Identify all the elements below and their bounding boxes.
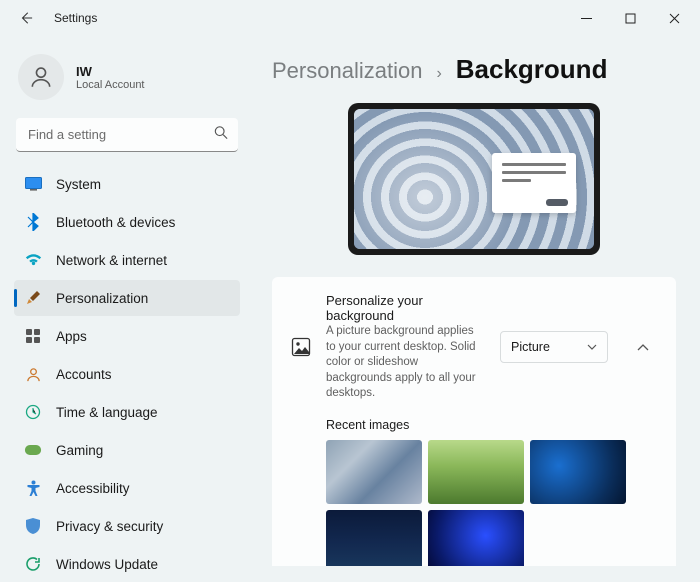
shield-icon	[24, 517, 42, 535]
search-input[interactable]	[16, 118, 238, 152]
nav-bluetooth[interactable]: Bluetooth & devices	[14, 204, 240, 240]
recent-image-2[interactable]	[428, 440, 524, 504]
nav-privacy-security[interactable]: Privacy & security	[14, 508, 240, 544]
chevron-up-icon	[637, 344, 649, 351]
window-controls	[564, 3, 696, 33]
nav-label: Accounts	[56, 367, 112, 382]
search-icon	[214, 126, 228, 145]
nav-time-language[interactable]: Time & language	[14, 394, 240, 430]
nav-gaming[interactable]: Gaming	[14, 432, 240, 468]
minimize-button[interactable]	[564, 3, 608, 33]
gamepad-icon	[24, 441, 42, 459]
breadcrumb-parent[interactable]: Personalization	[272, 58, 422, 84]
maximize-icon	[625, 13, 636, 24]
recent-image-1[interactable]	[326, 440, 422, 504]
recent-images-grid	[326, 440, 658, 566]
background-type-dropdown[interactable]: Picture	[500, 331, 608, 363]
search-box	[16, 118, 238, 152]
close-icon	[669, 13, 680, 24]
chevron-down-icon	[587, 344, 597, 350]
dropdown-value: Picture	[511, 340, 550, 354]
recent-image-5[interactable]	[428, 510, 524, 566]
breadcrumb: Personalization › Background	[272, 54, 676, 85]
nav-label: Time & language	[56, 405, 158, 420]
window-mockup	[492, 153, 576, 213]
recent-image-3[interactable]	[530, 440, 626, 504]
nav-network[interactable]: Network & internet	[14, 242, 240, 278]
globe-clock-icon	[24, 403, 42, 421]
maximize-button[interactable]	[608, 3, 652, 33]
nav: System Bluetooth & devices Network & int…	[14, 166, 240, 582]
update-icon	[24, 555, 42, 573]
avatar	[18, 54, 64, 100]
display-icon	[24, 175, 42, 193]
nav-personalization[interactable]: Personalization	[14, 280, 240, 316]
nav-label: Gaming	[56, 443, 103, 458]
nav-label: Bluetooth & devices	[56, 215, 175, 230]
apps-icon	[24, 327, 42, 345]
account-name: IW	[76, 64, 145, 79]
person-icon	[28, 64, 54, 90]
nav-label: Accessibility	[56, 481, 130, 496]
recent-images-label: Recent images	[326, 418, 658, 432]
account-type: Local Account	[76, 79, 145, 91]
nav-label: Apps	[56, 329, 87, 344]
back-button[interactable]	[12, 4, 40, 32]
recent-image-4[interactable]	[326, 510, 422, 566]
chevron-right-icon: ›	[436, 65, 441, 83]
picture-icon	[290, 336, 312, 358]
accessibility-icon	[24, 479, 42, 497]
nav-label: Privacy & security	[56, 519, 163, 534]
minimize-icon	[581, 13, 592, 24]
nav-label: Windows Update	[56, 557, 158, 572]
sidebar: IW Local Account System Bluetooth & devi…	[0, 36, 250, 566]
page-title: Background	[456, 54, 608, 85]
card-description: A picture background applies to your cur…	[326, 324, 486, 402]
collapse-button[interactable]	[628, 332, 658, 362]
window-title: Settings	[54, 11, 97, 25]
nav-system[interactable]: System	[14, 166, 240, 202]
paintbrush-icon	[24, 289, 42, 307]
nav-label: Personalization	[56, 291, 148, 306]
preview-screen	[354, 109, 594, 249]
nav-windows-update[interactable]: Windows Update	[14, 546, 240, 582]
background-card: Personalize your background A picture ba…	[272, 277, 676, 566]
close-button[interactable]	[652, 3, 696, 33]
bluetooth-icon	[24, 213, 42, 231]
account-block[interactable]: IW Local Account	[14, 46, 240, 118]
wifi-icon	[24, 251, 42, 269]
nav-label: System	[56, 177, 101, 192]
account-icon	[24, 365, 42, 383]
arrow-left-icon	[19, 11, 33, 25]
title-bar: Settings	[0, 0, 700, 36]
content-area: Personalization › Background Personalize…	[250, 36, 700, 566]
nav-label: Network & internet	[56, 253, 167, 268]
desktop-preview	[348, 103, 600, 255]
nav-accessibility[interactable]: Accessibility	[14, 470, 240, 506]
nav-apps[interactable]: Apps	[14, 318, 240, 354]
nav-accounts[interactable]: Accounts	[14, 356, 240, 392]
card-title: Personalize your background	[326, 293, 486, 323]
